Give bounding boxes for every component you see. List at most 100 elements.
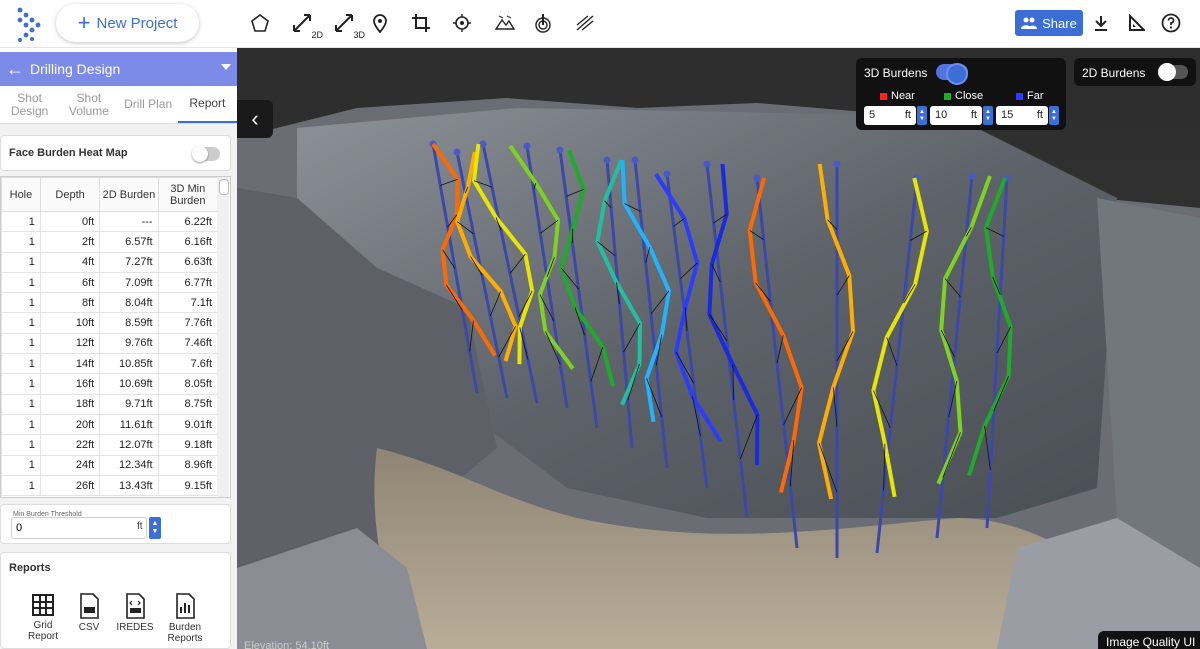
heatmap-label: Face Burden Heat Map <box>9 147 128 159</box>
drill-hole-collar[interactable] <box>968 172 976 180</box>
near-unit: ft <box>904 109 911 121</box>
near-value-input[interactable]: 5 ft <box>864 106 916 125</box>
cell-depth: 16ft <box>39 373 101 395</box>
share-button[interactable]: Share <box>1015 10 1083 36</box>
tab-shot-design[interactable]: Shot Design <box>0 86 59 123</box>
column-header-2d-burden[interactable]: 2D Burden <box>99 177 159 212</box>
drill-hole-collar[interactable] <box>603 156 611 164</box>
drill-hole-collar[interactable] <box>631 156 639 164</box>
table-row[interactable]: 1 22ft 12.07ft 9.18ft <box>1 434 219 456</box>
3d-scene[interactable] <box>237 48 1200 649</box>
stepper-up-icon[interactable]: ▲ <box>152 520 159 528</box>
tab-report[interactable]: Report <box>177 86 237 123</box>
table-row[interactable]: 1 2ft 6.57ft 6.16ft <box>1 231 219 253</box>
users-icon <box>1021 17 1038 29</box>
3d-viewport[interactable] <box>237 48 1200 649</box>
threshold-stepper[interactable]: ▲ ▼ <box>149 517 161 539</box>
table-row[interactable]: 1 26ft 13.43ft 9.15ft <box>1 474 219 497</box>
cell-hole: 1 <box>1 210 41 233</box>
close-stepper[interactable]: ▲ ▼ <box>983 106 993 125</box>
column-header-hole[interactable]: Hole <box>1 177 41 212</box>
cell-2d-burden: 7.27ft <box>99 251 159 273</box>
xml-file-icon <box>126 593 145 619</box>
heatmap-toggle[interactable] <box>192 146 220 162</box>
burden-report-icon <box>176 593 195 619</box>
crop-button[interactable] <box>408 10 434 36</box>
table-row[interactable]: 1 16ft 10.69ft 8.05ft <box>1 373 219 395</box>
drill-hole-collar[interactable] <box>663 170 671 178</box>
cell-3d-min-burden: 9.15ft <box>157 474 219 497</box>
csv-button[interactable]: CSV <box>65 593 113 633</box>
target-button[interactable] <box>449 10 475 36</box>
near-stepper[interactable]: ▲ ▼ <box>917 106 927 125</box>
set-square-icon <box>1129 14 1145 31</box>
cell-3d-min-burden: 6.63ft <box>157 251 219 273</box>
table-row[interactable]: 1 10ft 8.59ft 7.76ft <box>1 312 219 334</box>
grid-report-button[interactable]: Grid Report <box>19 593 67 642</box>
drill-hole-collar[interactable] <box>523 142 531 150</box>
cell-3d-min-burden: 6.77ft <box>157 271 219 294</box>
drill-hole-collar[interactable] <box>753 174 761 182</box>
blast-button[interactable] <box>572 10 598 36</box>
2d-burdens-toggle[interactable] <box>1158 63 1188 81</box>
app-logo-icon[interactable] <box>14 6 42 42</box>
back-arrow-icon[interactable]: ← <box>0 59 30 80</box>
collapse-sidebar-button[interactable]: ‹ <box>237 100 273 138</box>
drill-hole-collar[interactable] <box>703 160 711 168</box>
cell-3d-min-burden: 8.96ft <box>157 454 219 476</box>
chevron-down-icon[interactable] <box>221 64 231 70</box>
sidebar-header[interactable]: ← Drilling Design <box>0 52 237 86</box>
table-scrollbar[interactable] <box>217 177 229 497</box>
threshold-input[interactable]: 0 <box>11 517 147 539</box>
cell-3d-min-burden: 6.22ft <box>157 210 219 233</box>
new-project-button[interactable]: + New Project <box>56 4 199 42</box>
column-header-3d-min-burden[interactable]: 3D Min Burden <box>157 177 219 212</box>
measure-3d-icon <box>335 14 353 32</box>
cell-3d-min-burden: 7.46ft <box>157 332 219 355</box>
stepper-down-icon[interactable]: ▼ <box>152 528 159 536</box>
cell-depth: 4ft <box>39 251 101 273</box>
legend-near: Near <box>880 90 915 102</box>
tab-shot-volume[interactable]: Shot Volume <box>59 86 118 123</box>
table-row[interactable]: 1 0ft --- 6.22ft <box>1 210 219 233</box>
polygon-tool-button[interactable] <box>247 10 273 36</box>
download-button[interactable] <box>1090 12 1112 34</box>
cell-2d-burden: 12.34ft <box>99 454 159 476</box>
table-row[interactable]: 1 4ft 7.27ft 6.63ft <box>1 251 219 273</box>
drill-hole-collar[interactable] <box>479 140 487 148</box>
drill-button[interactable] <box>530 10 556 36</box>
measure-2d-button[interactable]: 2D <box>289 10 323 40</box>
measure-3d-button[interactable]: 3D <box>331 10 365 40</box>
table-row[interactable]: 1 20ft 11.61ft 9.01ft <box>1 413 219 436</box>
table-row[interactable]: 1 18ft 9.71ft 8.75ft <box>1 393 219 415</box>
far-value-input[interactable]: 15 ft <box>996 106 1048 125</box>
iredes-button[interactable]: IREDES <box>111 593 159 633</box>
burden-reports-button[interactable]: Burden Reports <box>161 593 209 644</box>
cell-2d-burden: --- <box>99 210 159 233</box>
cell-depth: 18ft <box>39 393 101 415</box>
drill-hole-collar[interactable] <box>556 146 564 154</box>
image-quality-button[interactable]: Image Quality UI <box>1098 631 1200 649</box>
cell-hole: 1 <box>1 373 41 395</box>
cell-3d-min-burden: 7.6ft <box>157 353 219 375</box>
table-row[interactable]: 1 6ft 7.09ft 6.77ft <box>1 271 219 294</box>
near-value: 5 <box>869 109 876 121</box>
map-pin-button[interactable] <box>367 10 393 36</box>
cell-2d-burden: 10.85ft <box>99 353 159 375</box>
table-row[interactable]: 1 8ft 8.04ft 7.1ft <box>1 292 219 314</box>
table-row[interactable]: 1 24ft 12.34ft 8.96ft <box>1 454 219 476</box>
table-row[interactable]: 1 12ft 9.76ft 7.46ft <box>1 332 219 355</box>
tab-drill-plan[interactable]: Drill Plan <box>119 86 178 123</box>
drill-hole-collar[interactable] <box>833 160 841 168</box>
help-button[interactable] <box>1160 12 1182 34</box>
3d-burdens-title: 3D Burdens <box>864 66 928 80</box>
table-row[interactable]: 1 14ft 10.85ft 7.6ft <box>1 353 219 375</box>
terrain-button[interactable] <box>492 10 518 36</box>
drill-hole-collar[interactable] <box>453 148 461 156</box>
far-stepper[interactable]: ▲ ▼ <box>1049 106 1059 125</box>
3d-burdens-toggle[interactable] <box>936 63 968 85</box>
measure-2d-icon <box>293 14 311 32</box>
column-header-depth[interactable]: Depth <box>39 177 101 212</box>
ruler-button[interactable] <box>1125 12 1147 34</box>
close-value-input[interactable]: 10 ft <box>930 106 982 125</box>
